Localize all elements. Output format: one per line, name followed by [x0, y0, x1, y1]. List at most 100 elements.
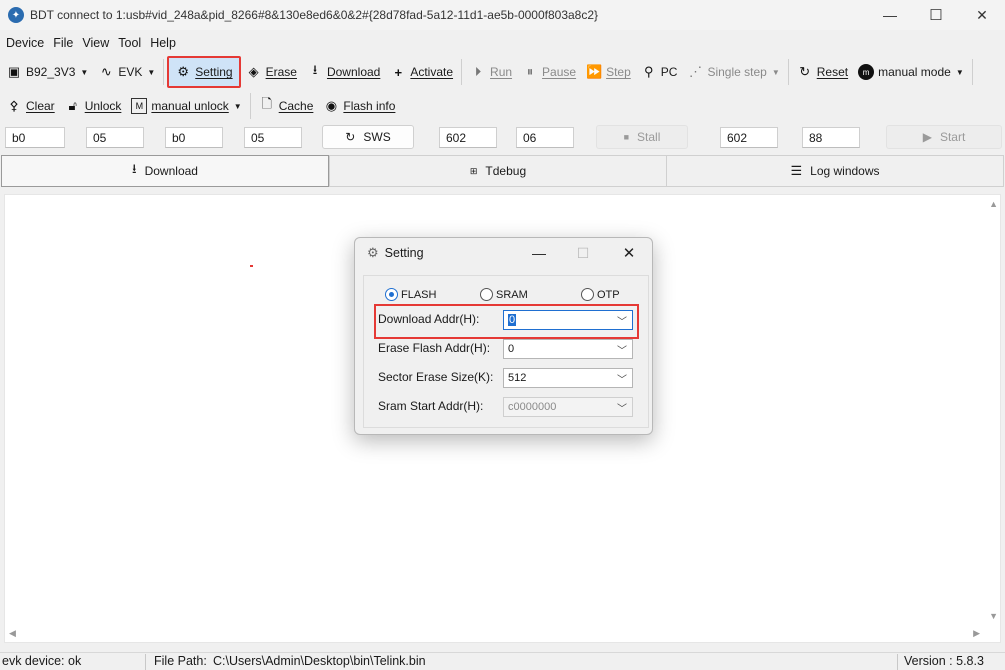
activate-button[interactable]: + Activate	[385, 58, 458, 86]
radio-flash-label: FLASH	[401, 288, 437, 301]
sram-start-addr-combo: c0000000 ﹀	[503, 397, 633, 417]
erase-flash-addr-combo[interactable]: 0 ﹀	[503, 339, 633, 359]
input-field-2[interactable]: 05	[86, 127, 144, 148]
search-icon: ⚲	[644, 64, 654, 79]
minimize-button[interactable]: —	[867, 0, 913, 30]
flash-info-button[interactable]: ◉ Flash info	[318, 92, 400, 120]
list-icon: ☰	[790, 163, 803, 178]
sram-start-addr-label: Sram Start Addr(H):	[378, 399, 484, 413]
manual-mode-label: manual mode	[878, 65, 951, 79]
scroll-left-icon[interactable]: ◀	[9, 628, 16, 639]
radio-sram-label: SRAM	[496, 288, 528, 301]
single-step-select[interactable]: ⋰ Single step ▼	[682, 58, 784, 86]
sram-start-addr-value: c0000000	[508, 401, 557, 413]
radio-sram[interactable]: SRAM	[480, 288, 528, 301]
tab-download[interactable]: ⭳ Download	[1, 155, 329, 187]
input-field-8[interactable]: 88	[802, 127, 860, 148]
reset-label: Reset	[816, 65, 849, 79]
scroll-down-icon[interactable]: ▼	[989, 611, 998, 621]
close-button[interactable]: ✕	[959, 0, 1005, 30]
radio-otp-label: OTP	[597, 288, 620, 301]
window-title: BDT connect to 1:usb#vid_248a&pid_8266#8…	[30, 8, 599, 22]
status-divider	[145, 654, 146, 670]
mode-icon: m	[858, 64, 875, 80]
download-addr-highlight	[374, 304, 639, 339]
manual-unlock-select[interactable]: M manual unlock ▼	[126, 92, 246, 120]
radio-flash[interactable]: FLASH	[385, 288, 436, 301]
cache-button[interactable]: 🗋︎ Cache	[254, 92, 319, 120]
unlock-icon: 🔓︎	[68, 98, 77, 113]
setting-dialog: ⚙ Setting — ☐ ✕ FLASH SRAM OTP Download …	[354, 237, 653, 435]
title-bar: ✦ BDT connect to 1:usb#vid_248a&pid_8266…	[0, 0, 1005, 30]
chevron-down-icon: ▼	[147, 67, 156, 77]
chip-select[interactable]: ▣ B92_3V3 ▼	[0, 58, 93, 86]
setting-button[interactable]: ⚙ Setting	[167, 56, 241, 88]
app-icon: ✦	[8, 7, 24, 23]
unlock-button[interactable]: 🔓︎ Unlock	[60, 92, 127, 120]
menu-file[interactable]: File	[50, 36, 76, 50]
eraser-icon: ◈	[248, 64, 259, 79]
menu-device[interactable]: Device	[3, 36, 47, 50]
run-label: Run	[490, 65, 513, 79]
download-button[interactable]: ⭳ Download	[302, 58, 385, 86]
pause-button[interactable]: ⏸ Pause	[517, 58, 581, 86]
pc-button[interactable]: ⚲ PC	[636, 58, 683, 86]
erase-label: Erase	[265, 65, 297, 79]
tab-log-windows[interactable]: ☰ Log windows	[666, 155, 1004, 187]
activate-label: Activate	[410, 65, 454, 79]
pause-label: Pause	[542, 65, 577, 79]
input-field-5[interactable]: 602	[439, 127, 497, 148]
menu-view[interactable]: View	[79, 36, 112, 50]
input-field-1[interactable]: b0	[5, 127, 65, 148]
input-field-3[interactable]: b0	[165, 127, 223, 148]
flash-info-label: Flash info	[343, 99, 396, 113]
erase-flash-addr-label: Erase Flash Addr(H):	[378, 341, 491, 355]
board-select[interactable]: ∿ EVK ▼	[93, 58, 160, 86]
download-label: Download	[326, 65, 381, 79]
dialog-maximize-button: ☐	[576, 244, 590, 261]
radio-otp[interactable]: OTP	[581, 288, 620, 301]
toolbar-separator	[461, 59, 463, 85]
radio-selected-icon	[385, 288, 398, 301]
clear-button[interactable]: ⚴ Clear	[0, 92, 60, 120]
download-icon: ⭳	[132, 161, 137, 176]
version-label: Version : 5.8.3	[904, 654, 984, 668]
start-button[interactable]: ▶ Start	[886, 125, 1002, 149]
status-divider	[897, 654, 898, 670]
unlock-label: Unlock	[84, 99, 122, 113]
setting-label: Setting	[195, 65, 233, 79]
tab-tdebug[interactable]: ⊞ Tdebug	[329, 155, 667, 187]
sector-erase-size-combo[interactable]: 512 ﹀	[503, 368, 633, 388]
dialog-close-button[interactable]: ✕	[614, 242, 644, 264]
dialog-title-bar: ⚙ Setting	[355, 238, 652, 268]
stall-button[interactable]: ■ Stall	[596, 125, 688, 149]
pause-icon: ⏸	[526, 64, 534, 79]
step-button[interactable]: ⏩ Step	[581, 58, 636, 86]
scroll-up-icon[interactable]: ▲	[989, 199, 998, 209]
menu-help[interactable]: Help	[147, 36, 179, 50]
dialog-minimize-button[interactable]: —	[524, 242, 554, 264]
dialog-panel: FLASH SRAM OTP Download Addr(H): 0 ﹀ Era…	[363, 275, 649, 428]
erase-button[interactable]: ◈ Erase	[241, 58, 302, 86]
sector-erase-size-label: Sector Erase Size(K):	[378, 370, 494, 384]
pc-label: PC	[660, 65, 678, 79]
binary-icon: ⊞	[469, 166, 478, 176]
input-field-7[interactable]: 602	[720, 127, 778, 148]
manual-mode-select[interactable]: m manual mode ▼	[853, 58, 969, 86]
reset-button[interactable]: ↻ Reset	[792, 58, 853, 86]
sws-button[interactable]: ↻ SWS	[322, 125, 414, 149]
wave-icon: ∿	[100, 64, 112, 79]
chevron-down-icon: ▼	[80, 67, 89, 77]
plus-icon: +	[394, 64, 403, 80]
input-field-4[interactable]: 05	[244, 127, 302, 148]
run-button[interactable]: ⏵ Run	[465, 58, 517, 86]
maximize-button[interactable]: ☐	[913, 0, 959, 30]
file-icon: 🗋︎	[261, 96, 272, 111]
scroll-right-icon[interactable]: ▶	[973, 628, 980, 639]
tab-download-label: Download	[144, 164, 198, 178]
manual-unlock-label: manual unlock	[151, 99, 229, 113]
input-field-6[interactable]: 06	[516, 127, 574, 148]
stall-label: Stall	[637, 130, 661, 144]
menu-tool[interactable]: Tool	[115, 36, 144, 50]
menu-bar: Device File View Tool Help	[0, 32, 1005, 54]
